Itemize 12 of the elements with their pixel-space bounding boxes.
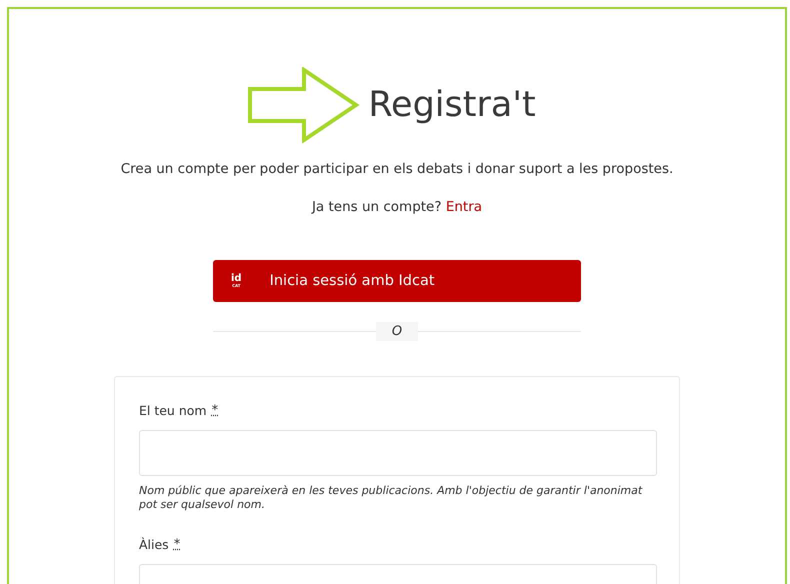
page-subtitle: Crea un compte per poder participar en els debats i donar suport a les propostes.	[120, 161, 674, 177]
field-label: El teu nom	[139, 403, 207, 418]
required-mark: *	[212, 403, 218, 418]
arrow-icon	[248, 67, 360, 143]
text-field[interactable]	[139, 430, 657, 476]
page-title: Registra't	[368, 85, 536, 125]
field-help-text: Nom públic que apareixerà en les teves publicacions. Amb l'objectiu de garantir l'anonimat pot ser qualsevol nom.	[139, 484, 644, 513]
required-mark: *	[174, 536, 180, 552]
login-link[interactable]: Entra	[446, 199, 482, 215]
separator-text: O	[376, 322, 418, 341]
field-label: Àlies	[139, 536, 169, 552]
login-prompt: Ja tens un compte? Entra	[312, 199, 482, 215]
